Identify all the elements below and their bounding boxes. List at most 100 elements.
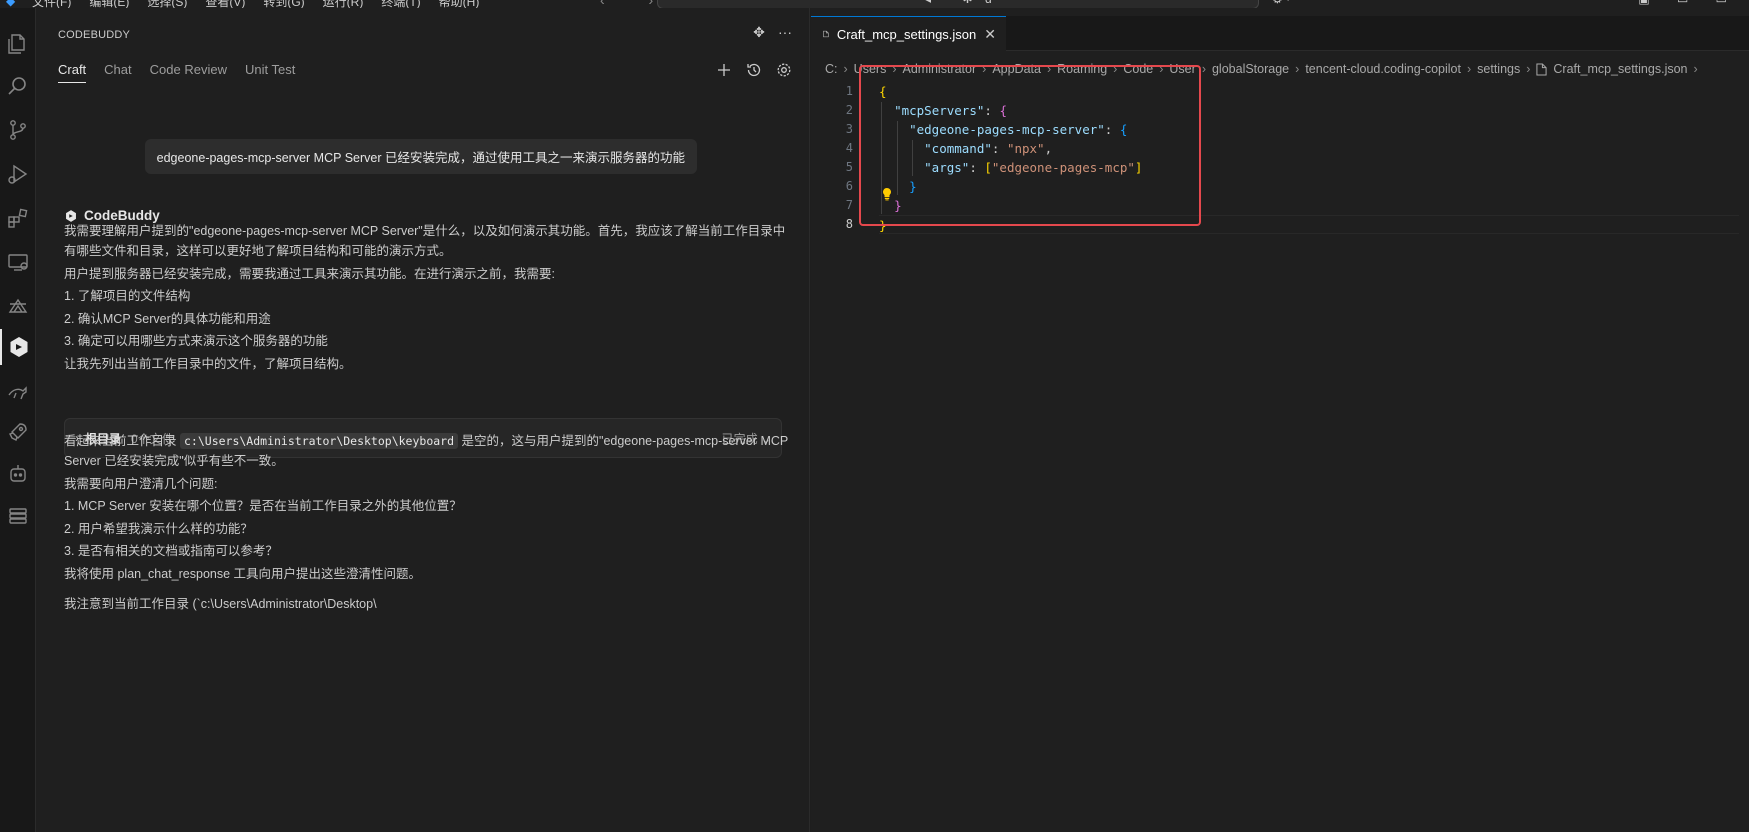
panel-top-actions: ✥ ··· bbox=[751, 24, 793, 41]
extensions-icon[interactable] bbox=[0, 200, 36, 236]
codebuddy-panel: CODEBUDDY ✥ ··· Craft Chat Code Review U… bbox=[36, 8, 810, 832]
close-icon[interactable]: ✕ bbox=[984, 26, 996, 43]
chevron-right-icon: › bbox=[1046, 62, 1052, 76]
tab-chat[interactable]: Chat bbox=[104, 62, 131, 83]
code-content[interactable]: { "mcpServers": { "edgeone-pages-mcp-ser… bbox=[879, 82, 1739, 234]
question-item-1: 1. MCP Server 安装在哪个位置？是否在当前工作目录之外的其他位置？ bbox=[64, 499, 462, 513]
chevron-right-icon: › bbox=[982, 62, 987, 76]
code-line: { bbox=[879, 84, 887, 99]
settings-gear-icon[interactable] bbox=[775, 61, 793, 79]
inline-code-path: c:\Users\Administrator\Desktop\keyboard bbox=[180, 433, 459, 449]
robot-icon[interactable] bbox=[0, 456, 36, 492]
line-number: 8 bbox=[845, 217, 853, 231]
code-line: } bbox=[879, 215, 1739, 234]
json-key: "args" bbox=[924, 160, 970, 175]
command-center-icons[interactable]: ◂ ✲ bbox=[925, 0, 986, 6]
source-control-icon[interactable] bbox=[0, 112, 36, 148]
list-item-2: 2. 确认MCP Server的具体功能和用途 bbox=[64, 312, 271, 326]
menu-selection[interactable]: 选择(S) bbox=[147, 0, 187, 8]
menu-run[interactable]: 运行(R) bbox=[323, 0, 364, 8]
chevron-right-icon: › bbox=[1159, 62, 1164, 76]
breadcrumb-item[interactable]: globalStorage bbox=[1212, 62, 1289, 76]
kangaroo-icon[interactable] bbox=[0, 373, 36, 409]
remote-explorer-icon[interactable] bbox=[0, 244, 36, 280]
history-icon[interactable] bbox=[745, 61, 763, 79]
code-line: "mcpServers": { bbox=[894, 103, 1007, 118]
menu-go[interactable]: 转到(G) bbox=[263, 0, 304, 8]
editor-area: Craft_mcp_settings.json ✕ C: › Users › A… bbox=[811, 8, 1749, 832]
editor-tab-bar: Craft_mcp_settings.json ✕ bbox=[811, 16, 1749, 51]
line-number: 7 bbox=[845, 198, 853, 212]
menu-help[interactable]: 帮助(H) bbox=[439, 0, 480, 8]
json-value: "edgeone-pages-mcp" bbox=[991, 160, 1135, 175]
title-bar: ◆ 文件(F) 编辑(E) 选择(S) 查看(V) 转到(G) 运行(R) 终端… bbox=[0, 0, 1749, 8]
chevron-right-icon: › bbox=[1113, 62, 1118, 76]
graph-icon[interactable] bbox=[0, 288, 36, 324]
run-debug-icon[interactable] bbox=[0, 156, 36, 192]
line-number: 1 bbox=[845, 84, 853, 98]
search-icon[interactable] bbox=[0, 68, 36, 104]
codebuddy-icon[interactable] bbox=[0, 329, 36, 365]
panel-title: CODEBUDDY bbox=[58, 29, 131, 41]
chevron-right-icon: › bbox=[1693, 62, 1698, 76]
menu-edit[interactable]: 编辑(E) bbox=[89, 0, 129, 8]
file-icon bbox=[1536, 62, 1547, 76]
file-icon bbox=[823, 30, 829, 38]
code-line: "edgeone-pages-mcp-server": { bbox=[909, 122, 1128, 137]
line-number: 6 bbox=[845, 179, 853, 193]
chevron-right-icon: › bbox=[843, 62, 848, 76]
breadcrumb-item[interactable]: settings bbox=[1477, 62, 1520, 76]
layout-controls-icon[interactable]: ▣ ▭ ▭ bbox=[1638, 0, 1739, 6]
accounts-icon[interactable]: ⚙ · bbox=[1272, 0, 1290, 6]
tab-code-review[interactable]: Code Review bbox=[150, 62, 227, 83]
line-number: 4 bbox=[845, 141, 853, 155]
tab-craft[interactable]: Craft bbox=[58, 62, 87, 83]
chevron-right-icon: › bbox=[892, 62, 897, 76]
code-line: "args": ["edgeone-pages-mcp"] bbox=[924, 160, 1143, 175]
list-item-3: 3. 确定可以用哪些方式来演示这个服务器的功能 bbox=[64, 334, 328, 348]
editor-tab-craft-mcp-settings[interactable]: Craft_mcp_settings.json ✕ bbox=[811, 16, 1006, 51]
breadcrumb-item[interactable]: Users bbox=[854, 62, 887, 76]
move-icon[interactable]: ✥ bbox=[751, 24, 767, 40]
breadcrumb-item[interactable]: Roaming bbox=[1057, 62, 1107, 76]
code-line: } bbox=[894, 198, 902, 213]
breadcrumb-item[interactable]: C: bbox=[825, 62, 838, 76]
breadcrumb-item[interactable]: tencent-cloud.coding-copilot bbox=[1305, 62, 1461, 76]
line-number: 3 bbox=[845, 122, 853, 136]
explorer-icon[interactable] bbox=[0, 26, 36, 62]
more-actions-icon[interactable]: ··· bbox=[777, 24, 793, 40]
rocket-icon[interactable] bbox=[0, 414, 36, 450]
breadcrumb-item[interactable]: Craft_mcp_settings.json bbox=[1553, 62, 1687, 76]
json-value: "npx" bbox=[1006, 141, 1045, 156]
activity-bar bbox=[0, 8, 36, 832]
tab-unit-test[interactable]: Unit Test bbox=[245, 62, 295, 83]
assistant-paragraph-4: 看起来当前工作目录 c:\Users\Administrator\Desktop… bbox=[64, 431, 790, 471]
new-chat-icon[interactable] bbox=[715, 61, 733, 79]
assistant-paragraph-3: 让我先列出当前工作目录中的文件，了解项目结构。 bbox=[64, 357, 352, 371]
assistant-paragraph-5: 我需要向用户澄清几个问题: bbox=[64, 477, 218, 491]
menu-file[interactable]: 文件(F) bbox=[32, 0, 71, 8]
chevron-right-icon: › bbox=[1526, 62, 1531, 76]
chevron-right-icon: › bbox=[1295, 62, 1300, 76]
json-key: "command" bbox=[924, 141, 992, 156]
code-line: } bbox=[909, 179, 917, 194]
menu-terminal[interactable]: 终端(T) bbox=[381, 0, 420, 8]
breadcrumb-item[interactable]: User bbox=[1169, 62, 1195, 76]
panel-tabs: Craft Chat Code Review Unit Test bbox=[58, 62, 295, 83]
line-number-gutter: 1 2 3 4 5 6 7 8 bbox=[811, 82, 855, 234]
list-item-1: 1. 了解项目的文件结构 bbox=[64, 289, 191, 303]
lightbulb-icon[interactable] bbox=[881, 187, 893, 201]
layers-icon[interactable] bbox=[0, 498, 36, 534]
breadcrumb-item[interactable]: Administrator bbox=[903, 62, 977, 76]
vscode-logo-icon: ◆ bbox=[6, 0, 16, 8]
question-item-2: 2. 用户希望我演示什么样的功能？ bbox=[64, 522, 253, 536]
question-item-3: 3. 是否有相关的文档或指南可以参考？ bbox=[64, 544, 278, 558]
menu-bar: 文件(F) 编辑(E) 选择(S) 查看(V) 转到(G) 运行(R) 终端(T… bbox=[32, 0, 479, 8]
breadcrumb-item[interactable]: Code bbox=[1123, 62, 1153, 76]
breadcrumb-item[interactable]: AppData bbox=[992, 62, 1041, 76]
breadcrumb: C: › Users › Administrator › AppData › R… bbox=[825, 62, 1698, 76]
line-number: 2 bbox=[845, 103, 853, 117]
menu-view[interactable]: 查看(V) bbox=[205, 0, 245, 8]
command-center-text: d bbox=[985, 0, 992, 6]
p4-pre: 看起来当前工作目录 bbox=[64, 434, 177, 448]
